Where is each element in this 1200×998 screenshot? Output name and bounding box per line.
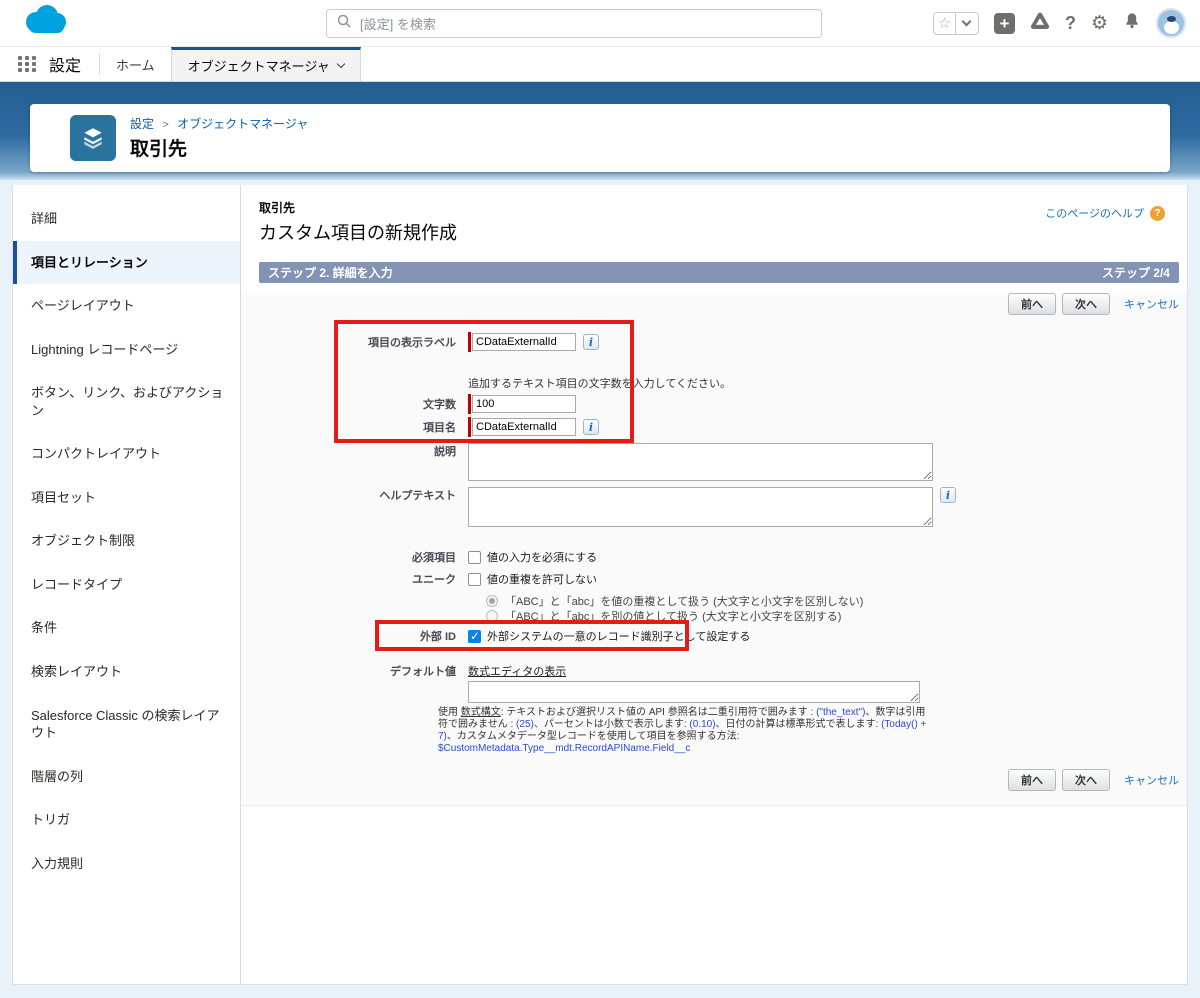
custom-metadata-reference-link[interactable]: $CustomMetadata.Type__mdt.RecordAPIName.… [438, 743, 690, 754]
required-field-label: 必須項目 [412, 552, 456, 564]
setup-search-box[interactable]: [設定] を検索 [326, 9, 822, 38]
required-marker [468, 417, 471, 437]
setup-gear-icon[interactable]: ⚙ [1091, 14, 1108, 33]
wizard-title: カスタム項目の新規作成 [259, 223, 457, 243]
formula-syntax-link[interactable]: 数式構文 [461, 707, 501, 718]
search-icon [337, 14, 351, 33]
previous-button[interactable]: 前へ [1008, 769, 1056, 791]
help-text-textarea[interactable] [468, 487, 933, 527]
description-textarea[interactable] [468, 443, 933, 481]
sidebar-item-lightning-record-pages[interactable]: Lightning レコードページ [13, 328, 240, 372]
step-progress: ステップ 2/4 [1101, 266, 1170, 280]
help-question-icon[interactable]: ? [1150, 205, 1165, 221]
sidebar-item-triggers[interactable]: トリガ [13, 798, 240, 842]
unique-case-sensitive-radio[interactable] [486, 610, 498, 622]
length-label: 文字数 [423, 399, 456, 411]
description-label: 説明 [434, 446, 456, 458]
required-checkbox-label: 値の入力を必須にする [487, 552, 598, 564]
next-button[interactable]: 次へ [1062, 769, 1110, 791]
field-name-label: 項目名 [423, 422, 456, 434]
favorites-control: ☆ [932, 11, 979, 35]
user-avatar[interactable] [1156, 8, 1186, 38]
app-launcher-waffle-icon[interactable] [18, 56, 37, 72]
object-context-label: 取引先 [259, 201, 296, 215]
length-hint-text: 追加するテキスト項目の文字数を入力してください。 [468, 378, 732, 390]
show-formula-editor-link[interactable]: 数式エディタの表示 [468, 663, 566, 679]
guidance-center-icon[interactable] [1030, 11, 1050, 35]
sidebar-item-classic-search-layouts[interactable]: Salesforce Classic の検索レイアウト [13, 694, 240, 755]
page-title: 取引先 [130, 139, 188, 160]
sidebar-item-buttons-links-actions[interactable]: ボタン、リンク、およびアクション [13, 371, 240, 432]
sidebar-item-field-sets[interactable]: 項目セット [13, 476, 240, 520]
unique-checkbox-label: 値の重複を許可しない [487, 574, 597, 586]
object-manager-sidebar: 詳細 項目とリレーション ページレイアウト Lightning レコードページ … [13, 185, 241, 984]
formula-usage-hint: 使用 数式構文: テキストおよび選択リスト値の API 参照名は二重引用符で囲み… [438, 707, 927, 754]
favorites-caret-icon[interactable] [955, 11, 979, 35]
required-marker [468, 394, 471, 414]
wizard-step-bar: ステップ 2. 詳細を入力 ステップ 2/4 [259, 262, 1179, 283]
chevron-down-icon [336, 59, 345, 69]
search-placeholder: [設定] を検索 [360, 17, 436, 32]
default-value-textarea[interactable] [468, 681, 920, 703]
breadcrumb-object-manager-link[interactable]: オブジェクトマネージャ [177, 117, 308, 131]
favorites-star-icon[interactable]: ☆ [932, 11, 956, 35]
sidebar-item-hierarchy-columns[interactable]: 階層の列 [13, 755, 240, 799]
info-icon[interactable]: i [583, 419, 599, 435]
main-panel: 取引先 カスタム項目の新規作成 このページのヘルプ ? ステップ 2. 詳細を入… [241, 185, 1187, 984]
notifications-bell-icon[interactable] [1123, 11, 1141, 35]
step-title: ステップ 2. 詳細を入力 [268, 266, 393, 280]
external-id-checkbox-label: 外部システムの一意のレコード識別子として設定する [487, 631, 751, 643]
sidebar-item-validation-rules[interactable]: 入力規則 [13, 842, 240, 886]
required-checkbox[interactable] [468, 550, 481, 564]
unique-label: ユニーク [412, 574, 456, 586]
cancel-link[interactable]: キャンセル [1124, 772, 1179, 788]
global-add-icon[interactable]: + [993, 12, 1015, 34]
breadcrumb: 設定 > オブジェクトマネージャ [130, 117, 309, 131]
page-header-card: 設定 > オブジェクトマネージャ 取引先 [30, 104, 1170, 172]
top-button-row: 前へ 次へ キャンセル [259, 293, 1179, 315]
info-icon[interactable]: i [583, 334, 599, 350]
field-label-input[interactable] [472, 333, 576, 351]
app-name-label: 設定 [49, 58, 82, 75]
sidebar-item-fields-relationships[interactable]: 項目とリレーション [13, 240, 240, 285]
page-help-link[interactable]: このページのヘルプ [1045, 205, 1144, 221]
global-header: [設定] を検索 ☆ + ? ⚙ [0, 0, 1200, 47]
sidebar-item-conditions[interactable]: 条件 [13, 606, 240, 650]
unique-checkbox[interactable] [468, 572, 481, 586]
external-id-label: 外部 ID [419, 631, 456, 643]
help-icon[interactable]: ? [1065, 13, 1076, 34]
setup-banner: 設定 > オブジェクトマネージャ 取引先 [0, 82, 1200, 180]
setup-tab-bar: 設定 ホーム オブジェクトマネージャ [0, 47, 1200, 82]
previous-button[interactable]: 前へ [1008, 293, 1056, 315]
info-icon[interactable]: i [940, 487, 956, 503]
cancel-link[interactable]: キャンセル [1124, 296, 1179, 312]
external-id-checkbox[interactable] [468, 629, 481, 643]
next-button[interactable]: 次へ [1062, 293, 1110, 315]
sidebar-item-compact-layouts[interactable]: コンパクトレイアウト [13, 432, 240, 476]
field-name-input[interactable] [472, 418, 576, 436]
sidebar-item-object-limits[interactable]: オブジェクト制限 [13, 519, 240, 563]
salesforce-cloud-logo[interactable] [18, 3, 74, 44]
sidebar-item-page-layouts[interactable]: ページレイアウト [13, 284, 240, 328]
wizard-body: 前へ 次へ キャンセル 項目の表示ラベル i 追加するテキスト [241, 293, 1187, 806]
tab-object-manager[interactable]: オブジェクトマネージャ [170, 47, 361, 81]
default-value-label: デフォルト値 [390, 666, 456, 678]
unique-case-insensitive-radio[interactable] [486, 595, 498, 607]
help-text-label: ヘルプテキスト [379, 490, 456, 502]
bottom-button-row: 前へ 次へ キャンセル [259, 769, 1179, 791]
sidebar-item-details[interactable]: 詳細 [13, 197, 240, 241]
sidebar-item-record-types[interactable]: レコードタイプ [13, 563, 240, 607]
required-marker [468, 332, 471, 352]
tab-home[interactable]: ホーム [100, 47, 171, 81]
breadcrumb-setup-link[interactable]: 設定 [130, 117, 154, 131]
sidebar-item-search-layouts[interactable]: 検索レイアウト [13, 650, 240, 694]
content-region: 詳細 項目とリレーション ページレイアウト Lightning レコードページ … [0, 180, 1200, 998]
field-label-label: 項目の表示ラベル [368, 337, 456, 349]
object-layers-icon [70, 115, 116, 161]
length-input[interactable] [472, 395, 576, 413]
field-detail-form: 項目の表示ラベル i 追加するテキスト項目の文字数を入力してください。 文字数 [241, 332, 1187, 755]
